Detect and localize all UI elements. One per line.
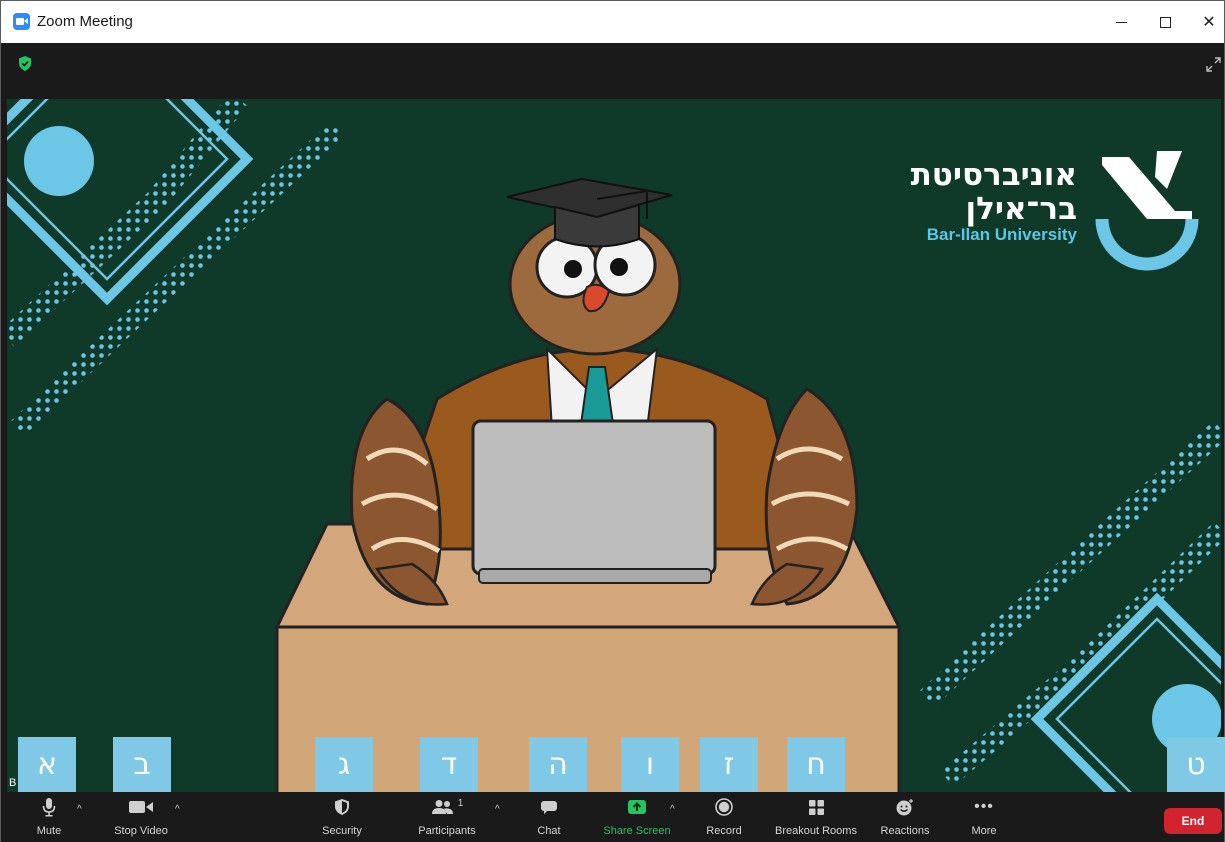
share-screen-label: Share Screen	[603, 825, 671, 837]
letter-box-7: ז	[700, 737, 758, 792]
stop-video-label: Stop Video	[114, 825, 168, 837]
letter-box-3: ג	[315, 737, 373, 792]
record-label: Record	[706, 825, 742, 837]
audio-options-caret-icon[interactable]: ^	[77, 804, 82, 815]
mute-label: Mute	[36, 825, 62, 837]
breakout-rooms-button[interactable]: Breakout Rooms	[771, 792, 861, 842]
more-dots-icon: •••	[974, 798, 994, 815]
letter-box-1: א	[18, 737, 76, 792]
more-button[interactable]: ••• More	[964, 792, 1004, 842]
reactions-button[interactable]: Reactions	[877, 792, 933, 842]
chat-bubble-icon	[541, 801, 557, 814]
participants-label: Participants	[418, 825, 476, 837]
chat-label: Chat	[537, 825, 561, 837]
breakout-rooms-icon	[808, 799, 824, 815]
meeting-toolbar: Mute ^ Stop Video ^ Security 1 Participa…	[1, 792, 1224, 842]
participant-name-tag: B	[9, 777, 17, 789]
share-screen-arrow-icon	[628, 800, 646, 814]
video-camera-icon	[129, 801, 153, 813]
close-icon: ✕	[1202, 14, 1216, 31]
fullscreen-icon[interactable]	[1206, 57, 1221, 72]
letter-box-6: ו	[621, 737, 679, 792]
mute-button[interactable]: Mute	[31, 792, 67, 842]
title-bar: Zoom Meeting ✕	[1, 1, 1224, 43]
participants-options-caret-icon[interactable]: ^	[495, 804, 500, 815]
video-area: אוניברסיטת בר־אילן Bar-Ilan University	[7, 99, 1221, 792]
stop-video-button[interactable]: Stop Video	[109, 792, 173, 842]
breakout-rooms-label: Breakout Rooms	[775, 825, 857, 837]
zoom-app-icon	[13, 13, 30, 30]
window-title: Zoom Meeting	[37, 13, 133, 30]
letter-box-8: ח	[787, 737, 845, 792]
encryption-shield-icon[interactable]	[18, 56, 32, 71]
minimize-button[interactable]	[1101, 7, 1141, 37]
letter-box-9: ט	[1167, 737, 1225, 792]
reactions-emoji-icon	[896, 799, 913, 816]
maximize-icon	[1159, 16, 1171, 28]
reactions-label: Reactions	[880, 825, 930, 837]
zoom-window: Zoom Meeting ✕ אוניברסיטת בר־אילן Bar-Il…	[0, 0, 1225, 842]
laptop-illustration	[471, 419, 717, 584]
close-button[interactable]: ✕	[1189, 7, 1225, 37]
share-options-caret-icon[interactable]: ^	[670, 804, 675, 815]
more-label: More	[971, 825, 997, 837]
security-label: Security	[322, 825, 362, 837]
minimize-icon	[1115, 21, 1127, 23]
letter-box-2: ב	[113, 737, 171, 792]
logo-english: Bar-Ilan University	[926, 225, 1077, 244]
security-button[interactable]: Security	[316, 792, 368, 842]
end-meeting-button[interactable]: End	[1164, 808, 1222, 834]
letter-box-5: ה	[529, 737, 587, 792]
participants-count: 1	[457, 797, 464, 809]
logo-hebrew-line1: אוניברסיטת	[910, 157, 1077, 193]
participants-button[interactable]: 1 Participants	[414, 792, 480, 842]
record-button[interactable]: Record	[704, 792, 744, 842]
meeting-top-bar	[1, 43, 1224, 99]
chat-button[interactable]: Chat	[531, 792, 567, 842]
microphone-icon	[42, 798, 56, 817]
share-screen-button[interactable]: Share Screen	[601, 792, 673, 842]
maximize-button[interactable]	[1145, 7, 1185, 37]
security-shield-icon	[335, 799, 349, 815]
logo-hebrew-line2: בר־אילן	[965, 191, 1077, 227]
video-options-caret-icon[interactable]: ^	[175, 804, 180, 815]
record-icon	[715, 798, 733, 816]
letter-box-4: ד	[420, 737, 478, 792]
participants-icon	[431, 800, 453, 814]
